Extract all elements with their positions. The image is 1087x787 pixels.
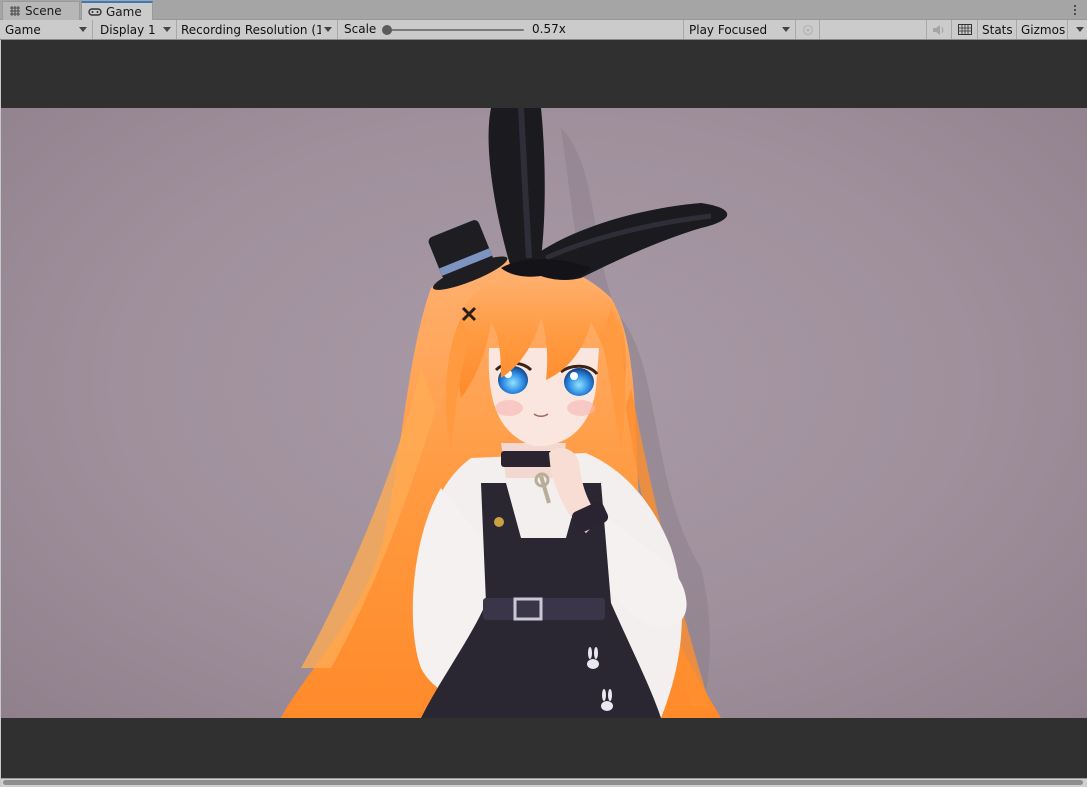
scale-slider-track[interactable] (384, 29, 524, 31)
gamepad-icon (88, 8, 102, 16)
game-render-canvas[interactable] (1, 108, 1087, 718)
grid-icon (10, 6, 20, 16)
play-mode-label: Play Focused (689, 22, 768, 37)
scale-slider-thumb[interactable] (382, 25, 392, 35)
chevron-down-icon (1076, 27, 1084, 32)
chevron-down-icon (163, 27, 171, 32)
scale-value: 0.57x (532, 22, 566, 36)
frame-debugger-button[interactable] (796, 20, 820, 39)
display-label: Display 1 (100, 22, 156, 37)
tab-scene[interactable]: Scene (2, 1, 80, 20)
chevron-down-icon (79, 27, 87, 32)
game-view-toolbar: Game Display 1 Recording Resolution (19:… (0, 20, 1087, 40)
stats-overlay-button[interactable] (952, 20, 978, 39)
view-mode-dropdown[interactable]: Game (0, 20, 93, 39)
resolution-dropdown[interactable]: Recording Resolution (19: (176, 20, 338, 39)
resolution-label: Recording Resolution (19: (181, 22, 321, 37)
chevron-down-icon (324, 27, 332, 32)
scale-label: Scale (344, 22, 377, 36)
tab-game[interactable]: Game (81, 1, 153, 21)
scale-control: Scale 0.57x (338, 20, 684, 39)
frame-debugger-icon (802, 24, 813, 35)
kebab-menu-icon[interactable] (1069, 2, 1081, 18)
view-mode-label: Game (5, 22, 41, 37)
play-mode-dropdown[interactable]: Play Focused (684, 20, 796, 39)
game-viewport[interactable] (1, 40, 1087, 778)
anime-character-render (281, 108, 728, 718)
gizmos-button[interactable]: Gizmos (1017, 20, 1068, 39)
stats-button[interactable]: Stats (978, 20, 1017, 39)
mute-audio-button[interactable] (926, 20, 952, 39)
tab-game-label: Game (106, 5, 142, 19)
speaker-icon (933, 24, 944, 35)
horizontal-scrollbar-thumb[interactable] (3, 780, 1083, 785)
tab-scene-label: Scene (25, 4, 62, 18)
horizontal-scrollbar[interactable] (1, 778, 1087, 787)
chevron-down-icon (782, 27, 790, 32)
gizmos-dropdown[interactable] (1068, 20, 1087, 39)
stats-label: Stats (982, 22, 1013, 37)
display-dropdown[interactable]: Display 1 (95, 20, 177, 39)
keyboard-grid-icon (957, 24, 972, 35)
editor-tab-bar: Scene Game (0, 0, 1087, 21)
gizmos-label: Gizmos (1021, 22, 1066, 37)
